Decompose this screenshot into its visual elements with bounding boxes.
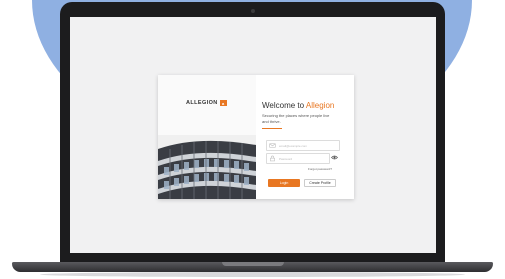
welcome-brand: Allegion: [305, 101, 335, 110]
eye-icon: [330, 155, 338, 160]
password-placeholder: Password: [279, 156, 293, 161]
email-field[interactable]: email@example.com: [266, 140, 340, 151]
laptop-notch: [222, 262, 284, 266]
laptop-screen: ALLEGION a Welcome to Allegion Securing …: [70, 17, 436, 253]
login-form-panel: Welcome to Allegion Securing the places …: [256, 75, 354, 199]
accent-divider: [262, 128, 282, 129]
webcam: [251, 9, 255, 13]
laptop-shadow: [40, 272, 465, 277]
allegion-logo: ALLEGION a: [186, 100, 227, 106]
email-placeholder: email@example.com: [279, 143, 308, 148]
forgot-password-link[interactable]: Forgot password?: [308, 167, 332, 171]
card-image-panel: ALLEGION a: [158, 75, 256, 199]
welcome-heading: Welcome to Allegion: [262, 101, 334, 110]
tagline: Securing the places where people live an…: [262, 113, 330, 124]
login-button[interactable]: Login: [268, 179, 300, 187]
lock-icon: [270, 155, 275, 162]
password-field[interactable]: Password: [266, 153, 330, 164]
envelope-icon: [269, 143, 276, 148]
logo-mark: a: [219, 100, 227, 106]
login-card: ALLEGION a Welcome to Allegion Securing …: [158, 75, 354, 199]
show-password-toggle[interactable]: [330, 153, 338, 162]
logo-text: ALLEGION: [186, 100, 218, 106]
building-photo: [158, 135, 256, 199]
create-profile-button[interactable]: Create Profile: [304, 179, 336, 187]
welcome-prefix: Welcome to: [262, 101, 305, 110]
